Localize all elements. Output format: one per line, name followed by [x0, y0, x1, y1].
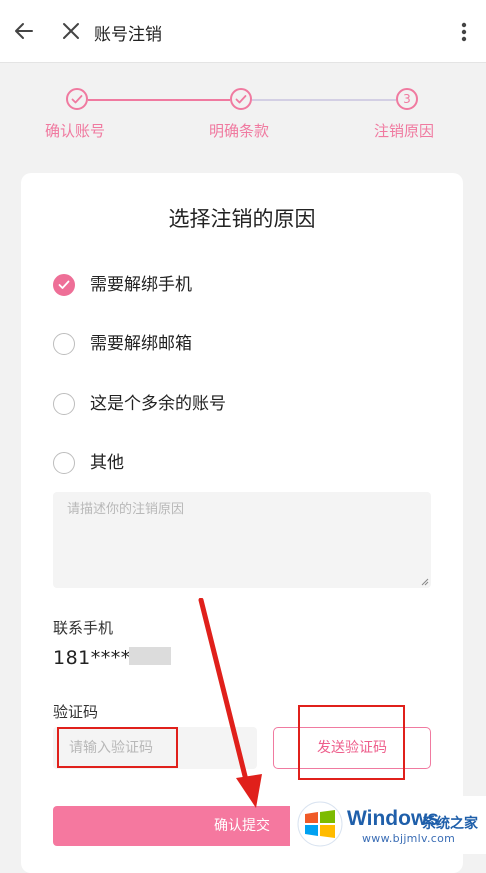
page-title: 账号注销 [94, 25, 162, 45]
option-label: 需要解绑邮箱 [90, 334, 192, 354]
top-bar: 账号注销 [0, 0, 486, 63]
step-label: 注销原因 [374, 122, 435, 140]
step-1-done [66, 88, 88, 110]
windows-logo-icon [297, 801, 343, 847]
radio[interactable] [53, 452, 75, 474]
step-label: 确认账号 [45, 122, 106, 140]
watermark-brand-cn: 系统之家 [422, 816, 478, 832]
check-icon [71, 95, 83, 104]
radio[interactable] [53, 333, 75, 355]
watermark-url: www.bjjmlv.com [362, 832, 456, 845]
check-icon [235, 95, 247, 104]
reason-textarea[interactable]: 请描述你的注销原因 [53, 492, 431, 588]
card-title: 选择注销的原因 [168, 207, 316, 231]
step-connector-pending [252, 99, 396, 101]
check-icon [58, 280, 70, 289]
more-vertical-icon[interactable] [454, 20, 474, 44]
option-label: 这是个多余的账号 [90, 394, 226, 414]
step-label: 明确条款 [209, 122, 270, 140]
radio-checked[interactable] [53, 274, 75, 296]
step-connector-done [88, 99, 230, 101]
progress-stepper: 3 确认账号 明确条款 注销原因 [0, 62, 486, 172]
reason-placeholder: 请描述你的注销原因 [67, 502, 185, 517]
step-2-done [230, 88, 252, 110]
option-label: 其他 [90, 453, 124, 473]
redacted-digits [129, 647, 171, 665]
contact-phone-value: 181***** [53, 647, 141, 669]
contact-phone-label: 联系手机 [53, 619, 114, 637]
arrow-left-icon[interactable] [12, 19, 36, 43]
verification-code-label: 验证码 [53, 703, 99, 721]
close-icon[interactable] [60, 20, 82, 42]
radio[interactable] [53, 393, 75, 415]
option-label: 需要解绑手机 [90, 275, 192, 295]
annotation-arrow-icon [198, 598, 262, 808]
annotation-box-code-input [57, 727, 178, 768]
resize-grip-icon[interactable] [421, 578, 429, 586]
annotation-box-send-button [298, 705, 405, 780]
step-number: 3 [403, 92, 411, 106]
step-3-current: 3 [396, 88, 418, 110]
